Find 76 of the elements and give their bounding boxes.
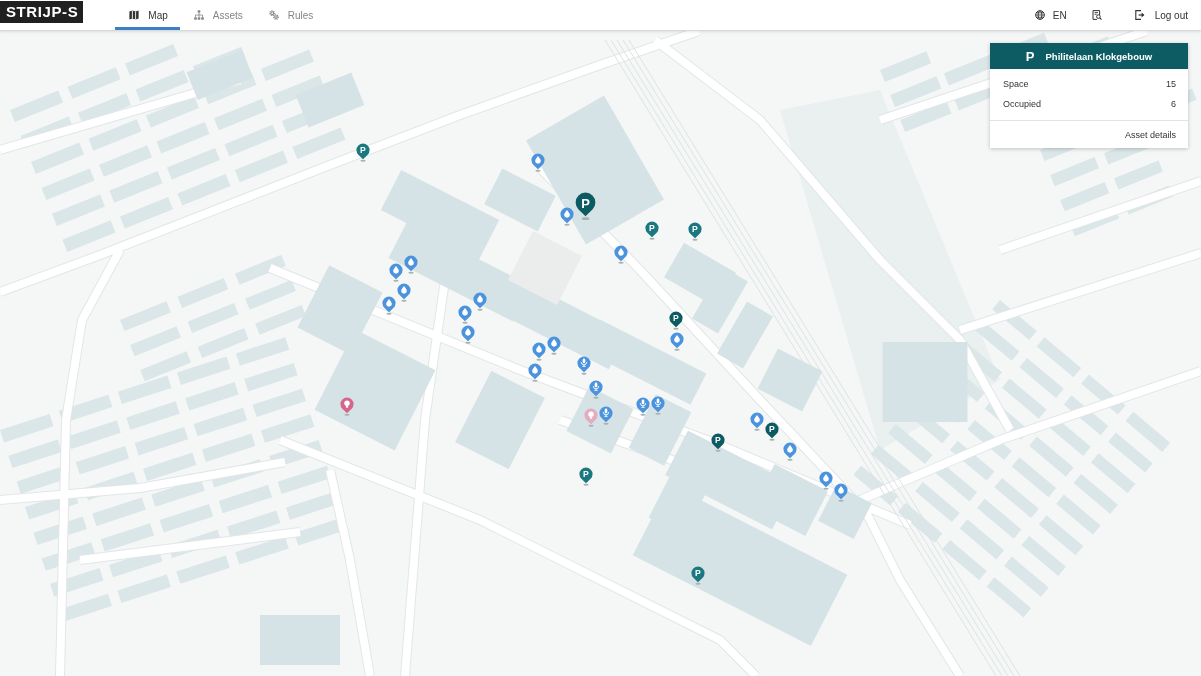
asset-details-link[interactable]: Asset details — [1124, 129, 1176, 140]
water-drop-icon — [386, 299, 392, 307]
map-marker[interactable] — [531, 153, 545, 172]
logo[interactable]: STRIJP-S — [0, 1, 84, 23]
sitemap-icon — [193, 10, 204, 20]
language-button[interactable]: EN — [1034, 9, 1067, 21]
parking-marker[interactable]: P — [711, 433, 725, 452]
map-marker[interactable] — [750, 412, 764, 431]
map-marker[interactable] — [389, 263, 403, 282]
field-label: Occupied — [1003, 99, 1042, 109]
water-drop-icon — [408, 258, 414, 266]
water-drop-icon — [564, 210, 570, 218]
map-marker[interactable] — [783, 442, 797, 461]
map-marker[interactable] — [599, 406, 613, 425]
map-marker[interactable] — [589, 380, 603, 399]
parking-marker[interactable]: P — [688, 222, 702, 241]
tab[interactable]: Assets — [179, 0, 255, 30]
map-marker[interactable] — [651, 396, 665, 415]
map-marker[interactable] — [404, 255, 418, 274]
map-marker[interactable] — [397, 283, 411, 302]
parking-symbol: P — [1025, 48, 1035, 64]
water-drop-icon — [787, 445, 793, 453]
parking-marker[interactable]: P — [579, 467, 593, 486]
map-marker[interactable] — [528, 363, 542, 382]
map-marker[interactable] — [473, 292, 487, 311]
parking-marker[interactable]: P — [669, 311, 683, 330]
water-drop-icon — [838, 486, 844, 494]
popup-title: Philitelaan Klokgebouw — [1045, 50, 1153, 62]
microphone-icon — [602, 408, 610, 417]
water-drop-icon — [551, 339, 557, 347]
gears-icon — [268, 10, 279, 20]
map-marker[interactable] — [670, 332, 684, 351]
water-drop-icon — [618, 248, 624, 256]
light-bulb-icon — [344, 400, 350, 408]
globe-icon — [1034, 10, 1045, 20]
water-drop-icon — [462, 308, 468, 316]
parking-marker[interactable]: P — [356, 143, 370, 162]
map-marker[interactable] — [614, 245, 628, 264]
water-drop-icon — [401, 286, 407, 294]
water-drop-icon — [754, 415, 760, 423]
water-drop-icon — [823, 474, 829, 482]
microphone-icon — [592, 382, 600, 391]
map-marker[interactable] — [461, 325, 475, 344]
map-icon — [129, 10, 140, 20]
parking-marker[interactable]: P — [765, 422, 779, 441]
logout-button[interactable]: Log out — [1134, 9, 1188, 21]
map-marker[interactable] — [834, 483, 848, 502]
microphone-icon — [639, 399, 647, 408]
document-search-icon[interactable] — [1091, 10, 1102, 20]
water-drop-icon — [535, 156, 541, 164]
microphone-icon — [580, 358, 588, 367]
map-marker[interactable] — [584, 408, 598, 427]
map-marker[interactable] — [577, 356, 591, 375]
map-marker[interactable] — [636, 397, 650, 416]
microphone-icon — [654, 398, 662, 407]
water-drop-icon — [674, 335, 680, 343]
logout-icon — [1134, 10, 1145, 20]
field-label: Space — [1003, 79, 1029, 89]
map-marker[interactable] — [547, 336, 561, 355]
tab[interactable]: Rules — [254, 0, 326, 30]
map-marker[interactable] — [340, 397, 354, 416]
water-drop-icon — [477, 295, 483, 303]
water-drop-icon — [393, 266, 399, 274]
field-value: 6 — [1171, 99, 1176, 109]
water-drop-icon — [465, 328, 471, 336]
parking-marker[interactable]: P — [645, 221, 659, 240]
map-marker[interactable] — [819, 471, 833, 490]
parking-marker[interactable]: P — [691, 566, 705, 585]
map-marker[interactable] — [560, 207, 574, 226]
light-bulb-icon — [588, 411, 594, 419]
water-drop-icon — [536, 345, 542, 353]
map-marker[interactable] — [532, 342, 546, 361]
water-drop-icon — [532, 366, 538, 374]
map-marker[interactable] — [382, 296, 396, 315]
field-value: 15 — [1166, 79, 1176, 89]
map-marker[interactable] — [458, 305, 472, 324]
